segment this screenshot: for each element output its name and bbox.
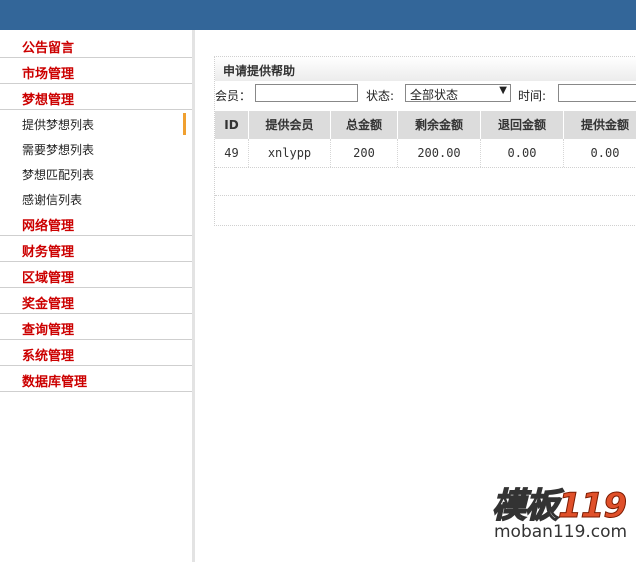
sidebar-subitem-need-dream-list[interactable]: 需要梦想列表 xyxy=(0,136,192,161)
cell-remaining: 200.00 xyxy=(398,139,481,167)
time-label: 时间: xyxy=(518,89,547,103)
sidebar-subitem-provide-dream-list[interactable]: 提供梦想列表 xyxy=(0,111,192,136)
sidebar-item-label: 市场管理 xyxy=(22,67,75,82)
sidebar-item-system[interactable]: 系统管理 xyxy=(0,341,192,366)
sidebar: 公告留言 市场管理 梦想管理 提供梦想列表 需要梦想列表 梦想匹配列表 感谢信列… xyxy=(0,30,195,562)
sidebar-item-label: 奖金管理 xyxy=(22,297,75,312)
sidebar-item-database[interactable]: 数据库管理 xyxy=(0,367,192,392)
sidebar-item-label: 梦想管理 xyxy=(22,93,75,108)
panel-header: 申请提供帮助 xyxy=(215,57,636,81)
cell-member: xnlypp xyxy=(249,139,331,167)
panel-title: 申请提供帮助 xyxy=(223,64,296,78)
sidebar-item-query[interactable]: 查询管理 xyxy=(0,315,192,340)
sidebar-item-finance[interactable]: 财务管理 xyxy=(0,237,192,262)
status-label: 状态: xyxy=(366,89,395,103)
sidebar-subitem-label: 提供梦想列表 xyxy=(22,118,95,132)
sidebar-item-market[interactable]: 市场管理 xyxy=(0,59,192,84)
sidebar-item-network[interactable]: 网络管理 xyxy=(0,211,192,236)
sidebar-item-region[interactable]: 区域管理 xyxy=(0,263,192,288)
cell-total: 200 xyxy=(331,139,398,167)
sidebar-item-bonus[interactable]: 奖金管理 xyxy=(0,289,192,314)
column-header-returned: 退回金额 xyxy=(481,111,564,139)
column-header-member: 提供会员 xyxy=(249,111,331,139)
watermark-logo: 模板119 moban119.com xyxy=(491,478,632,548)
sidebar-subitem-dream-match-list[interactable]: 梦想匹配列表 xyxy=(0,161,192,186)
sidebar-subitem-label: 梦想匹配列表 xyxy=(22,168,95,182)
sidebar-item-label: 区域管理 xyxy=(22,271,75,286)
table-header: ID 提供会员 总金额 剩余金额 退回金额 提供金额 xyxy=(215,111,636,139)
column-header-total: 总金额 xyxy=(331,111,398,139)
cell-returned: 0.00 xyxy=(481,139,564,167)
empty-row xyxy=(215,167,636,196)
sidebar-item-label: 财务管理 xyxy=(22,245,75,260)
cell-provided: 0.00 xyxy=(564,139,636,167)
sidebar-item-dream[interactable]: 梦想管理 xyxy=(0,85,192,110)
column-header-provided: 提供金额 xyxy=(564,111,636,139)
table-row[interactable]: 49 xnlypp 200 200.00 0.00 0.00 xyxy=(215,139,636,168)
sidebar-subitem-label: 感谢信列表 xyxy=(22,193,83,207)
sidebar-item-announcements[interactable]: 公告留言 xyxy=(0,33,192,58)
provide-help-panel: 申请提供帮助 会员： 状态: 全部状态 ▼ 时间: ID 提供会员 总金额 剩余… xyxy=(214,56,636,226)
status-select[interactable]: 全部状态 ▼ xyxy=(405,84,511,102)
sidebar-item-label: 公告留言 xyxy=(22,41,75,56)
dropdown-arrow-icon: ▼ xyxy=(499,85,507,96)
member-label: 会员： xyxy=(215,89,252,103)
filter-bar: 会员： 状态: 全部状态 ▼ 时间: xyxy=(215,84,636,104)
sidebar-item-label: 查询管理 xyxy=(22,323,75,338)
member-input[interactable] xyxy=(255,84,358,102)
column-header-id: ID xyxy=(215,111,249,139)
watermark-url: moban119.com xyxy=(494,522,628,542)
sidebar-subitem-label: 需要梦想列表 xyxy=(22,143,95,157)
sidebar-item-label: 数据库管理 xyxy=(22,375,88,390)
empty-row xyxy=(215,195,636,223)
sidebar-subitem-thanks-letter-list[interactable]: 感谢信列表 xyxy=(0,186,192,211)
sidebar-item-label: 系统管理 xyxy=(22,349,75,364)
time-input[interactable] xyxy=(558,84,636,102)
sidebar-item-label: 网络管理 xyxy=(22,219,75,234)
watermark-brand: 模板119 xyxy=(491,485,627,527)
top-header-bar xyxy=(0,0,636,30)
status-select-value: 全部状态 xyxy=(410,88,459,102)
cell-id: 49 xyxy=(215,139,249,167)
column-header-remaining: 剩余金额 xyxy=(398,111,481,139)
